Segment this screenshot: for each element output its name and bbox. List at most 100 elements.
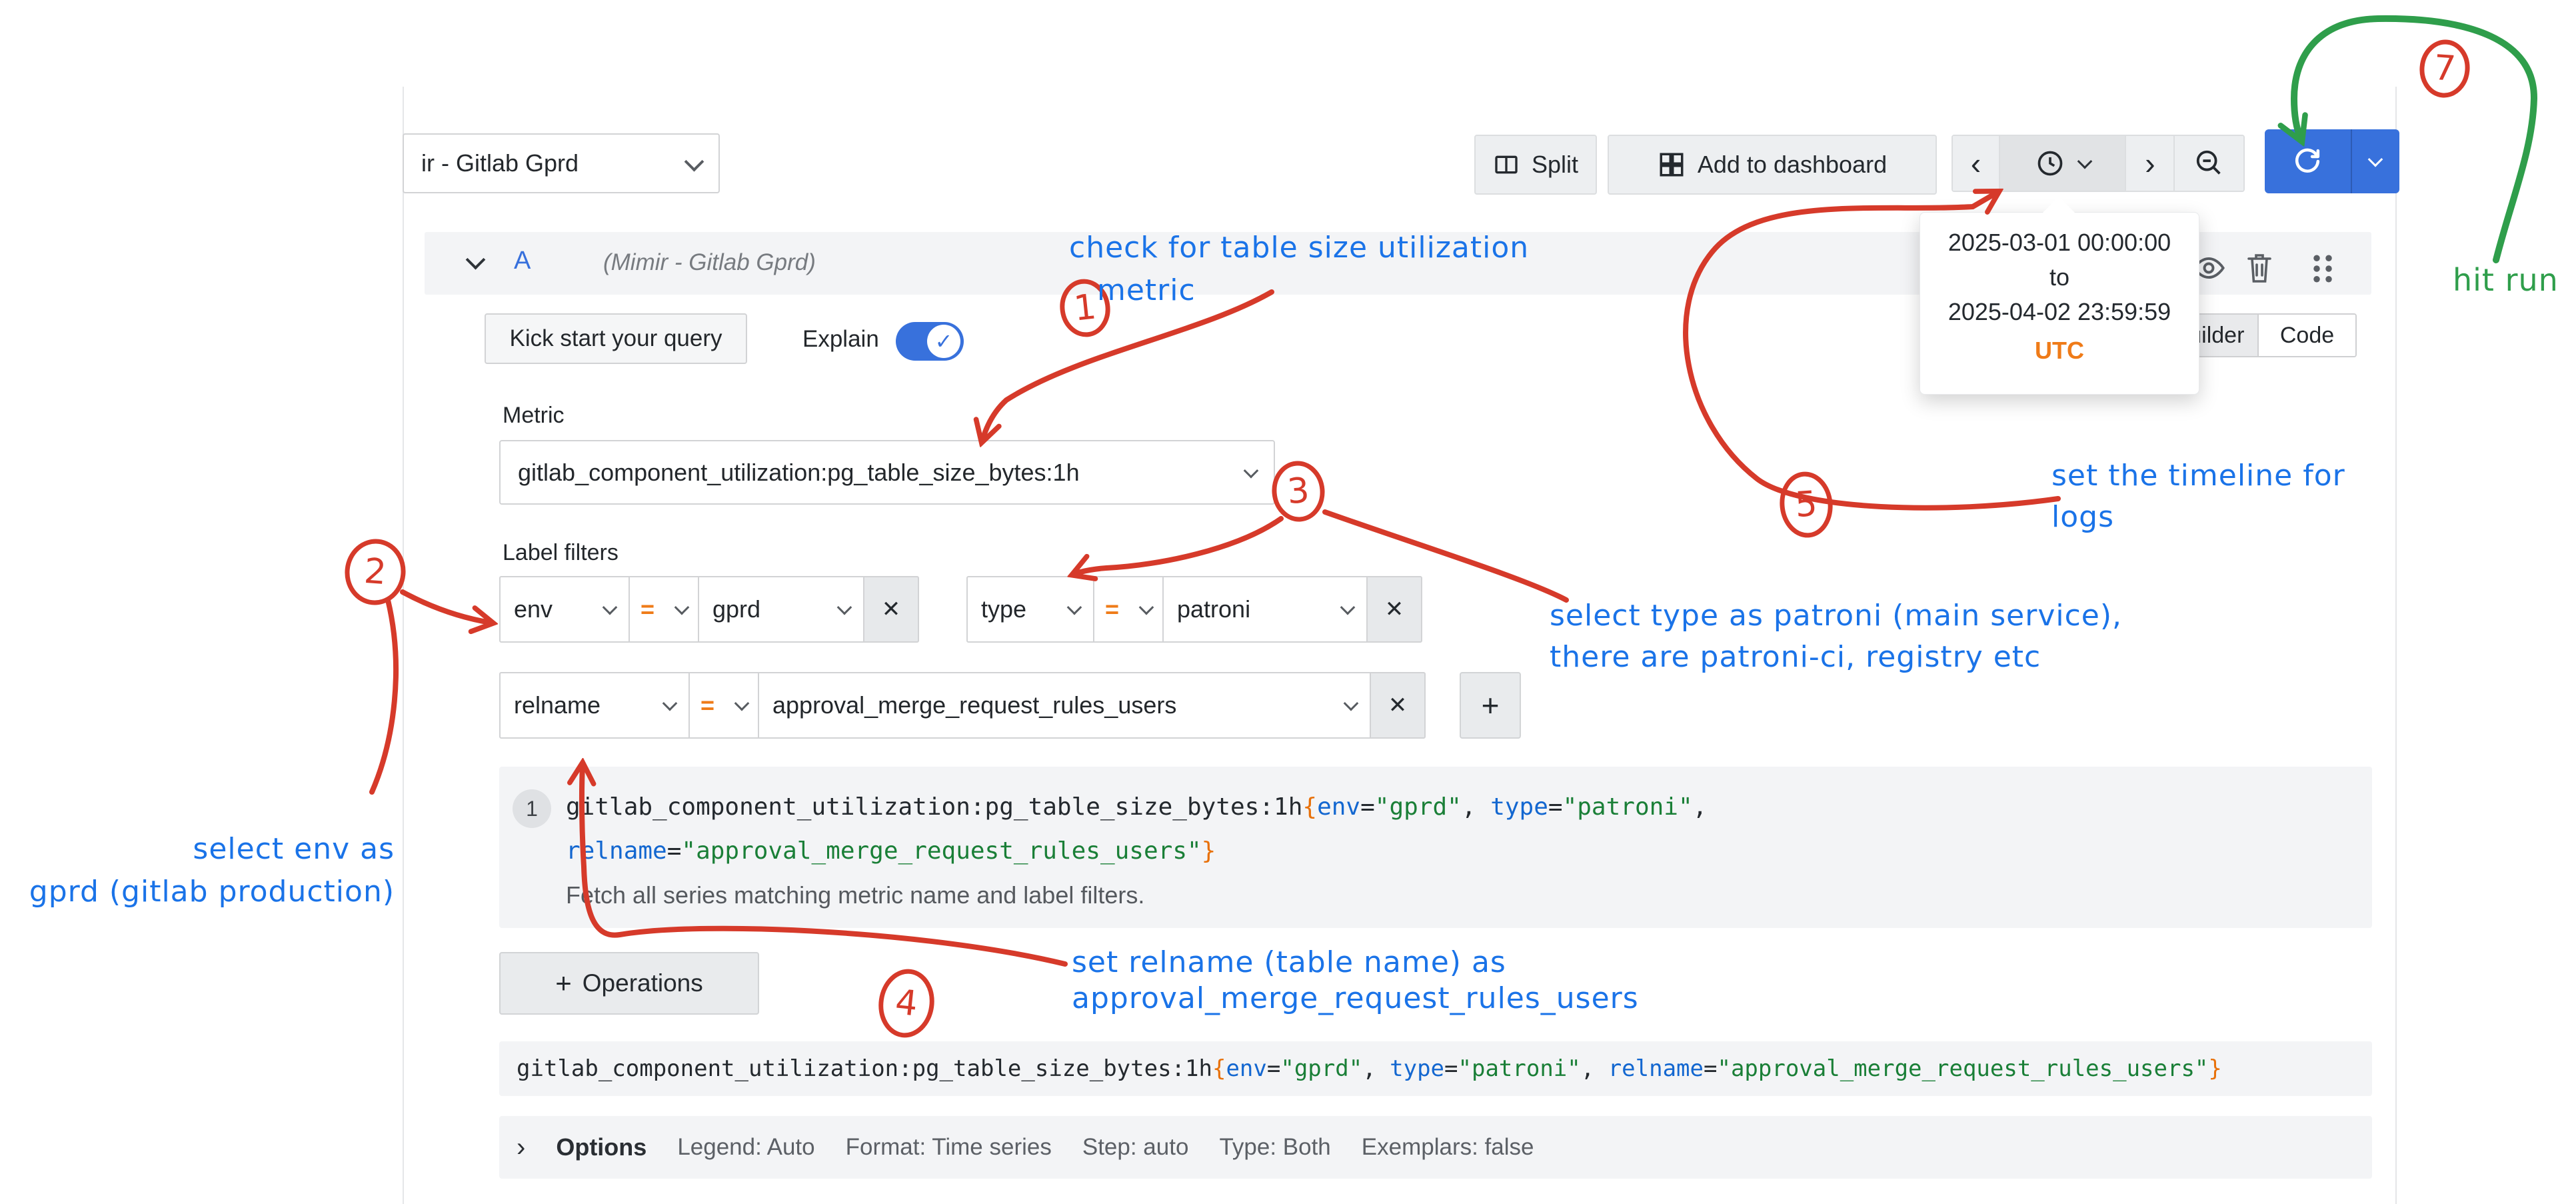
chevron-right-icon: › <box>2145 148 2155 179</box>
filter-operator-select[interactable]: = <box>1093 576 1164 643</box>
filter-operator-value: = <box>641 595 654 623</box>
query-options-row[interactable]: › Options Legend: Auto Format: Time seri… <box>499 1116 2372 1179</box>
explain-toggle[interactable]: ✓ <box>896 322 964 361</box>
kick-start-query-button[interactable]: Kick start your query <box>485 313 747 364</box>
step3-number: 3 <box>1286 471 1310 512</box>
step3-note-line2: there are patroni-ci, registry etc <box>1550 640 2041 674</box>
time-range-timezone: UTC <box>1920 337 2199 365</box>
remove-filter-button[interactable]: ✕ <box>1370 672 1426 739</box>
chevron-down-icon <box>2368 152 2383 167</box>
chevron-down-icon <box>837 600 852 615</box>
filter-label-value: env <box>514 595 553 623</box>
label-filters-label: Label filters <box>503 540 619 566</box>
chevron-down-icon <box>1139 600 1154 615</box>
clock-icon <box>2035 149 2065 178</box>
plus-icon: + <box>555 967 572 999</box>
explain-description: Fetch all series matching metric name an… <box>566 881 1144 909</box>
step7-number: 7 <box>2432 48 2457 89</box>
plus-icon: + <box>1482 687 1500 723</box>
close-icon: ✕ <box>1388 692 1408 719</box>
option-exemplars: Exemplars: false <box>1362 1134 1534 1161</box>
step5-number: 5 <box>1794 484 1818 525</box>
chevron-down-icon <box>674 600 690 615</box>
step5-note-line2: logs <box>2051 500 2114 534</box>
filter-operator-select[interactable]: = <box>629 576 699 643</box>
options-toggle-label: Options <box>556 1133 646 1161</box>
chevron-left-icon: ‹ <box>1971 148 1981 179</box>
add-filter-button[interactable]: + <box>1460 672 1521 739</box>
metric-select-value: gitlab_component_utilization:pg_table_si… <box>518 459 1080 487</box>
step3-note-line1: select type as patroni (main service), <box>1550 599 2122 633</box>
run-query-button[interactable] <box>2265 129 2399 193</box>
explain-block: 1 gitlab_component_utilization:pg_table_… <box>499 767 2372 928</box>
filter-value-value: patroni <box>1177 595 1250 623</box>
option-legend: Legend: Auto <box>677 1134 814 1161</box>
step1-note-line2: metric <box>1097 273 1196 307</box>
filter-label-value: relname <box>514 691 601 719</box>
time-range-from: 2025-03-01 00:00:00 <box>1920 229 2199 257</box>
zoom-out-icon <box>2194 148 2225 179</box>
step2-number: 2 <box>363 551 387 593</box>
time-range-to: 2025-04-02 23:59:59 <box>1920 298 2199 326</box>
drag-handle-grip-icon[interactable] <box>2307 251 2338 287</box>
query-datasource-hint: (Mimir - Gitlab Gprd) <box>603 249 816 276</box>
toggle-check-icon: ✓ <box>927 325 960 358</box>
filter-value-value: gprd <box>712 595 760 623</box>
code-line-number-value: 1 <box>526 797 538 821</box>
refresh-icon <box>2291 145 2324 178</box>
split-button[interactable]: Split <box>1474 135 1597 195</box>
label-filter-relname: relname = approval_merge_request_rules_u… <box>499 672 1426 739</box>
delete-query-trash-icon[interactable] <box>2243 251 2275 285</box>
chevron-down-icon <box>734 696 750 711</box>
filter-value-select[interactable]: approval_merge_request_rules_users <box>758 672 1371 739</box>
time-range-button[interactable] <box>1999 136 2126 191</box>
filter-label-value: type <box>981 595 1026 623</box>
filter-label-select[interactable]: type <box>966 576 1094 643</box>
filter-value-select[interactable]: patroni <box>1162 576 1368 643</box>
add-to-dashboard-label: Add to dashboard <box>1698 151 1887 179</box>
datasource-picker[interactable]: ir - Gitlab Gprd <box>403 133 720 193</box>
code-mode-label: Code <box>2280 323 2334 349</box>
step2-leader-line <box>372 600 396 792</box>
label-filter-type: type = patroni ✕ <box>966 576 1422 643</box>
metric-select[interactable]: gitlab_component_utilization:pg_table_si… <box>499 440 1275 505</box>
remove-filter-button[interactable]: ✕ <box>1366 576 1422 643</box>
run-query-dropdown[interactable] <box>2351 129 2399 193</box>
kick-start-query-label: Kick start your query <box>510 325 722 352</box>
raw-query-preview: gitlab_component_utilization:pg_table_si… <box>499 1041 2372 1096</box>
time-range-tooltip: 2025-03-01 00:00:00 to 2025-04-02 23:59:… <box>1920 212 2199 395</box>
code-line-number: 1 <box>513 789 551 828</box>
code-mode-button[interactable]: Code <box>2257 315 2355 356</box>
filter-operator-select[interactable]: = <box>688 672 759 739</box>
chevron-down-icon <box>684 151 704 171</box>
step5-note-line1: set the timeline for <box>2051 459 2345 493</box>
step2-note-line1: select env as <box>13 832 395 866</box>
remove-filter-button[interactable]: ✕ <box>863 576 919 643</box>
chevron-down-icon <box>1340 600 1356 615</box>
add-to-dashboard-button[interactable]: Add to dashboard <box>1608 135 1937 195</box>
filter-value-value: approval_merge_request_rules_users <box>772 691 1176 719</box>
explore-page: ir - Gitlab Gprd Split Add to dashboard … <box>0 0 2576 1204</box>
close-icon: ✕ <box>882 596 901 623</box>
step1-number: 1 <box>1072 287 1098 329</box>
time-shift-forward-button[interactable]: › <box>2126 136 2173 191</box>
step2-note-line2: gprd (gitlab production) <box>13 875 395 909</box>
step1-note-line1: check for table size utilization <box>1069 231 1529 265</box>
filter-label-select[interactable]: relname <box>499 672 690 739</box>
operations-button[interactable]: + Operations <box>499 952 759 1015</box>
chevron-down-icon <box>2077 154 2092 169</box>
time-shift-back-button[interactable]: ‹ <box>1953 136 1999 191</box>
raw-query-text: gitlab_component_utilization:pg_table_si… <box>517 1055 2222 1082</box>
query-ref-id: A <box>514 247 531 275</box>
chevron-down-icon <box>1344 696 1359 711</box>
filter-value-select[interactable]: gprd <box>698 576 864 643</box>
operations-button-label: Operations <box>583 969 703 997</box>
option-step: Step: auto <box>1082 1134 1189 1161</box>
datasource-picker-value: ir - Gitlab Gprd <box>421 149 579 177</box>
chevron-down-icon <box>603 600 618 615</box>
split-button-label: Split <box>1532 151 1578 179</box>
filter-label-select[interactable]: env <box>499 576 630 643</box>
time-zoom-out-button[interactable] <box>2173 136 2243 191</box>
step4-note-line2: approval_merge_request_rules_users <box>1072 981 1639 1015</box>
filter-operator-value: = <box>700 691 714 719</box>
